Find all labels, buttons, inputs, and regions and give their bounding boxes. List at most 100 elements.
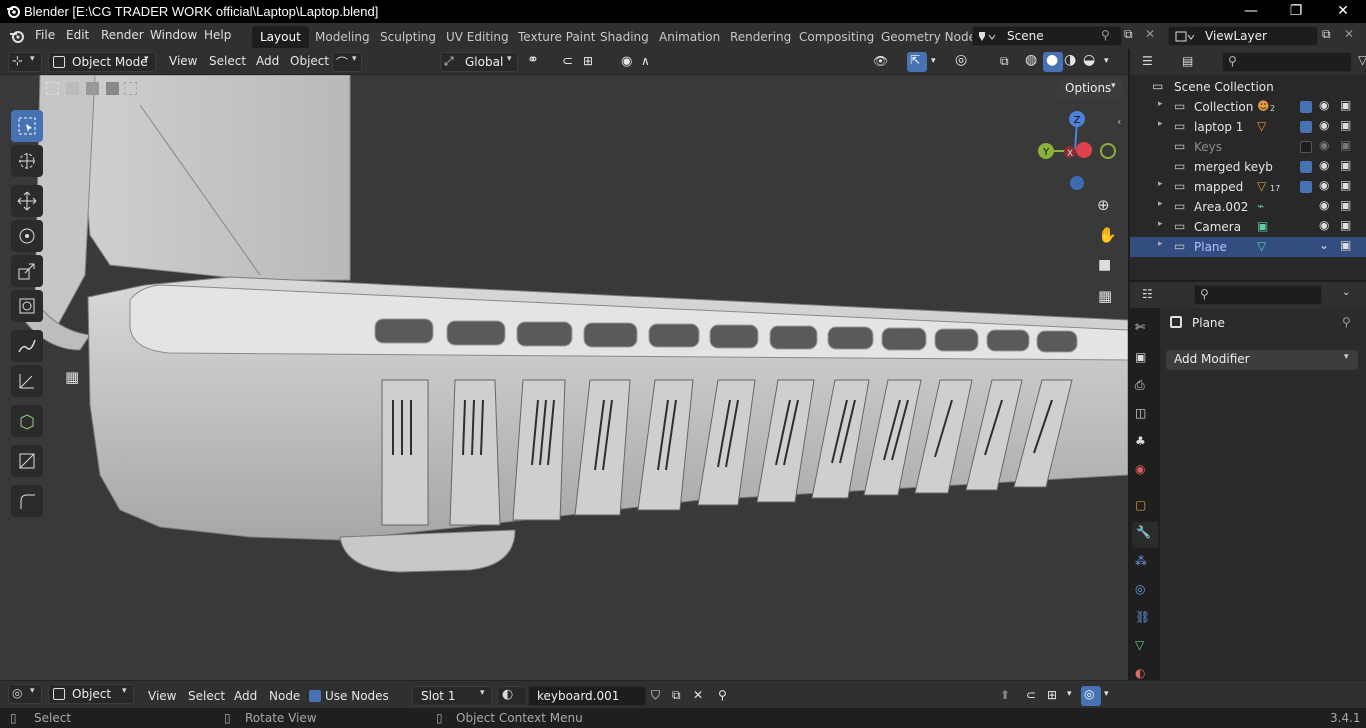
viewport-menu-view[interactable]: View xyxy=(169,54,197,68)
display-mode-icon[interactable]: ▤ xyxy=(1182,54,1193,68)
pin-icon[interactable]: ⚲ xyxy=(1101,28,1110,42)
unlink-material-icon[interactable]: ✕ xyxy=(693,688,703,702)
viewport-menu-add[interactable]: Add xyxy=(256,54,279,68)
outliner-item[interactable]: ▸ ▭ Collection ☻ 2 ◉ ▣ xyxy=(1130,97,1366,117)
node-overlay-button[interactable]: ◎ xyxy=(1081,686,1101,706)
material-browse-dropdown[interactable]: ◐ xyxy=(497,686,527,706)
material-slot-dropdown[interactable]: Slot 1 ▾ xyxy=(412,686,492,706)
select-extend-icon[interactable] xyxy=(66,82,79,95)
area-light-data-icon[interactable]: ⌁ xyxy=(1257,199,1264,213)
cursor-tool[interactable] xyxy=(11,145,43,177)
mesh-data-icon[interactable]: ▽ xyxy=(1257,179,1266,193)
pivot-point-icon[interactable]: ⚭ xyxy=(527,52,539,68)
outliner-search-input[interactable]: ⚲ xyxy=(1222,52,1352,72)
shear-tool[interactable] xyxy=(11,445,43,477)
snap-icon[interactable]: ⊂ xyxy=(562,54,573,69)
annotate-tool[interactable] xyxy=(11,330,43,362)
move-tool[interactable] xyxy=(11,185,43,217)
view-layer-selector[interactable]: ViewLayer xyxy=(1168,26,1318,46)
3d-viewport[interactable]: ▦ Options ▾ ‹ Z Y X ⊕ ✋ ■ ▦ xyxy=(0,75,1128,680)
options-dropdown[interactable]: Options ▾ xyxy=(1057,79,1123,99)
falloff-icon[interactable]: ∧ xyxy=(641,54,650,68)
render-camera-icon[interactable]: ▣ xyxy=(1340,98,1351,112)
object-type-dropdown[interactable]: ⌒ ▾ xyxy=(332,52,362,72)
outliner-item[interactable]: ▭ Keys ◉ ▣ xyxy=(1130,137,1366,157)
rendered-shading-icon[interactable]: ◒ xyxy=(1083,52,1095,68)
render-camera-icon[interactable]: ▣ xyxy=(1340,218,1351,232)
fake-user-icon[interactable]: ⛉ xyxy=(651,688,660,703)
properties-editor-icon[interactable]: ☷ xyxy=(1142,287,1153,301)
pin-icon[interactable]: ⚲ xyxy=(1342,315,1351,329)
material-preview-icon[interactable]: ◑ xyxy=(1064,52,1076,68)
new-scene-icon[interactable]: ⧉ xyxy=(1124,27,1133,42)
camera-view-button[interactable]: ■ xyxy=(1091,253,1119,281)
tool-tab-icon[interactable]: ✄ xyxy=(1135,320,1155,340)
render-camera-icon[interactable]: ▣ xyxy=(1340,158,1351,172)
close-button[interactable]: ✕ xyxy=(1320,0,1366,23)
outliner-item[interactable]: ▸ ▭ Camera ▣ ◉ ▣ xyxy=(1130,217,1366,237)
wireframe-shading-icon[interactable]: ◍ xyxy=(1025,52,1037,68)
exclude-checkbox[interactable] xyxy=(1300,141,1312,153)
select-invert-icon[interactable] xyxy=(106,82,119,95)
expand-arrow-icon[interactable]: ▸ xyxy=(1158,119,1163,129)
shader-type-dropdown[interactable]: Object ▾ xyxy=(48,684,134,704)
eye-icon[interactable]: ◉ xyxy=(1319,138,1329,152)
render-camera-icon[interactable]: ▣ xyxy=(1340,178,1351,192)
add-modifier-dropdown[interactable]: Add Modifier ▾ xyxy=(1166,350,1358,370)
snap-grid-icon[interactable]: ⊞ xyxy=(1047,688,1057,702)
snap-icon[interactable]: ⊂ xyxy=(1026,688,1036,702)
outliner-item[interactable]: ▸ ▭ mapped ▽ 17 ◉ ▣ xyxy=(1130,177,1366,197)
render-camera-icon[interactable]: ▣ xyxy=(1340,198,1351,212)
pan-view-button[interactable]: ✋ xyxy=(1091,222,1119,250)
shader-editor-type-dropdown[interactable]: ◎ ▾ xyxy=(8,684,42,704)
exclude-checkbox[interactable] xyxy=(1300,101,1312,113)
object-icon[interactable]: ☻ xyxy=(1257,99,1270,113)
menu-file[interactable]: File xyxy=(35,28,55,42)
workspace-tab-texture-paint[interactable]: Texture Paint xyxy=(510,26,603,48)
output-tab-icon[interactable]: ⎙ xyxy=(1135,378,1155,398)
workspace-tab-uv-editing[interactable]: UV Editing xyxy=(438,26,517,48)
viewport-menu-select[interactable]: Select xyxy=(209,54,246,68)
chevron-down-icon[interactable]: ▾ xyxy=(931,56,936,66)
workspace-tab-sculpting[interactable]: Sculpting xyxy=(372,26,444,48)
scale-tool[interactable] xyxy=(11,255,43,287)
mesh-data-icon[interactable]: ▽ xyxy=(1257,239,1266,253)
mode-dropdown[interactable]: Object Mode ▾ xyxy=(48,52,156,72)
shader-menu-view[interactable]: View xyxy=(148,689,176,703)
add-cube-tool[interactable] xyxy=(11,405,43,437)
outliner-item[interactable]: ▸ ▭ laptop 1 ▽ ◉ ▣ xyxy=(1130,117,1366,137)
delete-scene-icon[interactable]: ✕ xyxy=(1145,27,1155,41)
chevron-down-icon[interactable]: ▾ xyxy=(1104,56,1109,66)
eye-icon[interactable]: ◉ xyxy=(1319,98,1329,112)
data-tab-icon[interactable]: ▽ xyxy=(1135,638,1155,658)
snap-increment-icon[interactable]: ⊞ xyxy=(583,54,593,68)
workspace-tab-geometry-node[interactable]: Geometry Node xyxy=(873,26,984,48)
eye-icon[interactable]: ◉ xyxy=(1319,118,1329,132)
duplicate-material-icon[interactable]: ⧉ xyxy=(672,688,681,703)
shader-menu-add[interactable]: Add xyxy=(234,689,257,703)
use-nodes-checkbox[interactable] xyxy=(309,690,321,702)
mesh-data-icon[interactable]: ▽ xyxy=(1257,119,1266,133)
measure-tool[interactable] xyxy=(11,365,43,397)
solid-shading-button[interactable]: ● xyxy=(1043,52,1063,72)
eye-icon[interactable]: ◉ xyxy=(1319,178,1329,192)
shader-menu-select[interactable]: Select xyxy=(188,689,225,703)
shader-menu-node[interactable]: Node xyxy=(269,689,300,703)
expand-arrow-icon[interactable]: ▸ xyxy=(1158,199,1163,209)
workspace-tab-modeling[interactable]: Modeling xyxy=(307,26,378,48)
minimize-button[interactable]: — xyxy=(1228,0,1274,23)
menu-render[interactable]: Render xyxy=(101,28,144,42)
filter-icon[interactable]: ▽ xyxy=(1358,53,1366,67)
editor-type-dropdown[interactable]: ⊹ ▾ xyxy=(8,52,42,72)
outliner-scene-collection[interactable]: ▭ Scene Collection xyxy=(1130,77,1366,97)
eye-icon[interactable]: ◉ xyxy=(1319,198,1329,212)
zoom-view-button[interactable]: ⊕ xyxy=(1091,192,1119,220)
overlays-icon[interactable]: ◎ xyxy=(955,52,967,68)
menu-window[interactable]: Window xyxy=(150,28,197,42)
properties-search-input[interactable]: ⚲ xyxy=(1194,285,1322,305)
workspace-tab-compositing[interactable]: Compositing xyxy=(791,26,882,48)
eye-icon[interactable]: ◉ xyxy=(1319,158,1329,172)
view-layer-tab-icon[interactable]: ◫ xyxy=(1135,406,1155,426)
render-camera-icon[interactable]: ▣ xyxy=(1340,138,1351,152)
chevron-down-icon[interactable]: ▾ xyxy=(1104,689,1109,699)
